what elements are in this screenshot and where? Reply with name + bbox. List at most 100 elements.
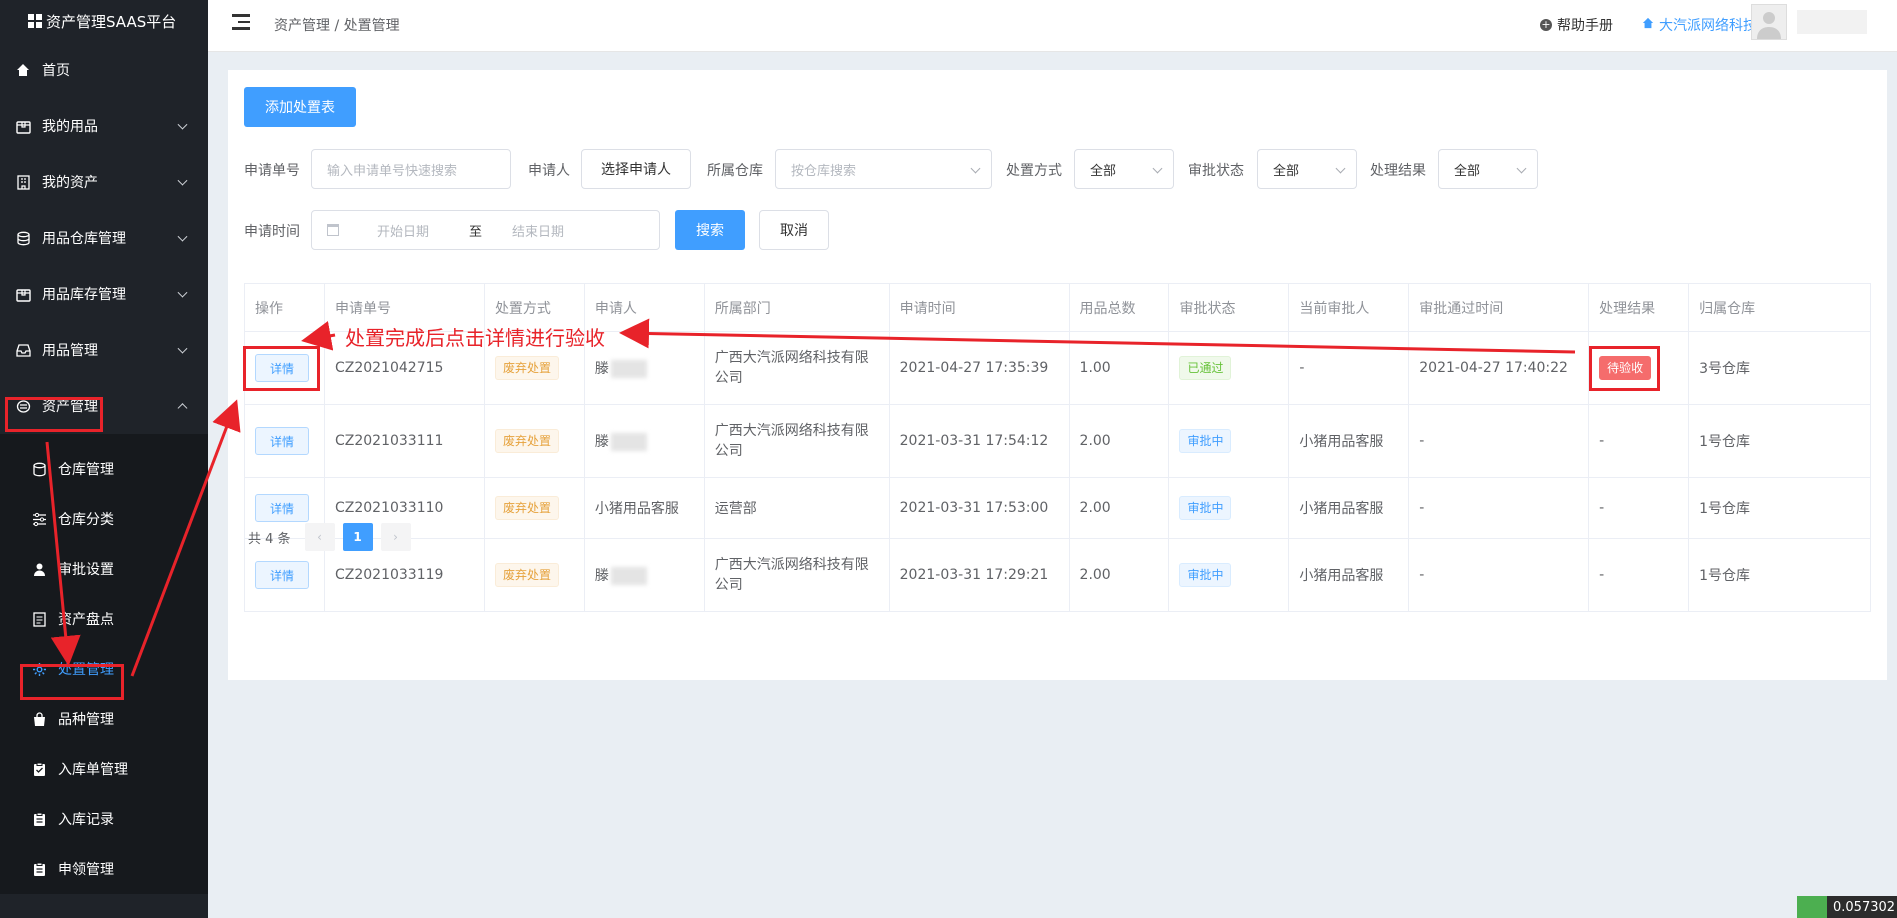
dept-cell: 广西大汽派网络科技有限公司 (703, 331, 890, 405)
warehouse-select[interactable]: 按仓库搜索 (775, 149, 992, 189)
detail-button[interactable]: 详情 (255, 561, 309, 589)
sidebar-item-stockin-order[interactable]: 入库单管理 (0, 744, 208, 794)
user-icon (30, 560, 48, 578)
method-tag: 废弃处置 (494, 356, 559, 380)
search-button[interactable]: 搜索 (675, 210, 745, 250)
sidebar-item-asset-inventory[interactable]: 资产盘点 (0, 594, 208, 644)
range-separator: 至 (469, 224, 483, 240)
sidebar-item-supply-warehouse[interactable]: 用品仓库管理 (0, 210, 208, 266)
highlight-detail-button (243, 346, 320, 391)
result-cell: - (1588, 404, 1690, 478)
bag-icon (30, 710, 48, 728)
col-header: 所属部门 (703, 283, 890, 332)
detail-button[interactable]: 详情 (255, 427, 309, 455)
sidebar-item-my-supplies[interactable]: 我的用品 (0, 98, 208, 154)
home-icon (1642, 17, 1654, 33)
approval-select[interactable]: 全部 (1257, 149, 1357, 189)
result-value: 全部 (1454, 163, 1481, 179)
user-icon (1757, 12, 1781, 39)
approver-cell: 小猪用品客服 (1288, 538, 1410, 612)
menu-toggle-icon[interactable] (232, 14, 250, 30)
pass-time-cell: - (1408, 404, 1590, 478)
method-tag: 废弃处置 (494, 429, 559, 453)
page-number[interactable]: 1 (342, 523, 373, 551)
help-label: 帮助手册 (1557, 18, 1613, 34)
app-brand[interactable]: 资产管理SAAS平台 (0, 0, 208, 42)
select-applicant-button[interactable]: 选择申请人 (581, 149, 691, 189)
corner-widget: 0.057302 (1797, 896, 1897, 918)
clipboard-icon (30, 860, 48, 878)
detail-button[interactable]: 详情 (255, 494, 309, 522)
sidebar-item-label: 入库单管理 (58, 762, 128, 778)
grid-icon (28, 14, 42, 28)
sidebar-item-label: 首页 (42, 63, 70, 79)
prev-page-button[interactable]: ‹ (304, 523, 335, 551)
date-range-picker[interactable]: 开始日期 至 结束日期 (311, 210, 660, 250)
method-select[interactable]: 全部 (1074, 149, 1174, 189)
warehouse-cell: 3号仓库 (1688, 331, 1871, 405)
status-badge: 审批中 (1179, 563, 1232, 587)
col-header: 当前审批人 (1288, 283, 1410, 332)
warehouse-placeholder: 按仓库搜索 (791, 163, 857, 179)
total-cell: 2.00 (1068, 538, 1170, 612)
end-date-placeholder[interactable]: 结束日期 (512, 221, 564, 240)
database-icon (14, 229, 32, 247)
col-header: 操作 (244, 283, 325, 332)
time-cell: 2021-03-31 17:53:00 (888, 477, 1070, 539)
sidebar-item-supply-stock[interactable]: 用品库存管理 (0, 266, 208, 322)
company-label: 大汽派网络科技 (1659, 18, 1757, 34)
warehouse-label: 所属仓库 (707, 163, 763, 179)
sidebar-item-stockin-record[interactable]: 入库记录 (0, 794, 208, 844)
help-link[interactable]: + 帮助手册 (1540, 15, 1613, 35)
chevron-down-icon (1335, 163, 1346, 174)
sidebar-item-claim-manage[interactable]: 申领管理 (0, 844, 208, 894)
time-cell: 2021-03-31 17:29:21 (888, 538, 1070, 612)
company-link[interactable]: 大汽派网络科技 (1642, 15, 1757, 35)
col-header: 审批状态 (1168, 283, 1290, 332)
apply-no-input[interactable]: 输入申请单号快速搜索 (311, 149, 511, 189)
document-icon (30, 610, 48, 628)
warehouse-cell: 1号仓库 (1688, 538, 1871, 612)
cancel-button[interactable]: 取消 (759, 210, 829, 250)
status-badge: 审批中 (1179, 496, 1232, 520)
applicant-label: 申请人 (528, 163, 570, 179)
chevron-down-icon (1152, 163, 1163, 174)
apply-no-label: 申请单号 (244, 163, 300, 179)
col-header: 归属仓库 (1688, 283, 1871, 332)
clipboard-icon (30, 760, 48, 778)
chevron-down-icon (970, 163, 981, 174)
sidebar-item-label: 我的资产 (42, 175, 98, 191)
sidebar-item-approval-settings[interactable]: 审批设置 (0, 544, 208, 594)
avatar[interactable] (1751, 4, 1787, 40)
chevron-down-icon (177, 231, 188, 242)
time-cell: 2021-03-31 17:54:12 (888, 404, 1070, 478)
sidebar-item-label: 我的用品 (42, 119, 98, 135)
sidebar-item-supply-manage[interactable]: 用品管理 (0, 322, 208, 378)
result-select[interactable]: 全部 (1438, 149, 1538, 189)
add-disposal-button[interactable]: 添加处置表 (244, 87, 356, 127)
highlight-result-badge (1589, 346, 1660, 391)
sidebar-item-home[interactable]: 首页 (0, 42, 208, 98)
next-page-button[interactable]: › (380, 523, 411, 551)
highlight-disposal-manage (20, 664, 124, 700)
table-row: 详情 CZ2021033119 废弃处置 滕 广西大汽派网络科技有限公司 202… (244, 538, 1871, 612)
highlight-asset-manage (5, 397, 103, 432)
home-icon (14, 61, 32, 79)
applicant-name: 滕 (594, 434, 609, 450)
sidebar-item-my-assets[interactable]: 我的资产 (0, 154, 208, 210)
app-title: 资产管理SAAS平台 (46, 12, 177, 31)
approval-value: 全部 (1273, 163, 1300, 179)
sidebar-item-label: 仓库管理 (58, 462, 114, 478)
inbox-icon (14, 341, 32, 359)
start-date-placeholder[interactable]: 开始日期 (377, 221, 477, 240)
col-header: 审批通过时间 (1408, 283, 1590, 332)
sidebar-item-warehouse-manage[interactable]: 仓库管理 (0, 444, 208, 494)
method-tag: 废弃处置 (494, 563, 559, 587)
sidebar-item-warehouse-category[interactable]: 仓库分类 (0, 494, 208, 544)
dept-cell: 运营部 (703, 477, 890, 539)
sidebar-item-variety-manage[interactable]: 品种管理 (0, 694, 208, 744)
sidebar-item-label: 用品库存管理 (42, 287, 126, 303)
applicant-name: 滕 (594, 568, 609, 584)
chevron-down-icon (1516, 163, 1527, 174)
applicant-name: 滕 (594, 361, 609, 377)
